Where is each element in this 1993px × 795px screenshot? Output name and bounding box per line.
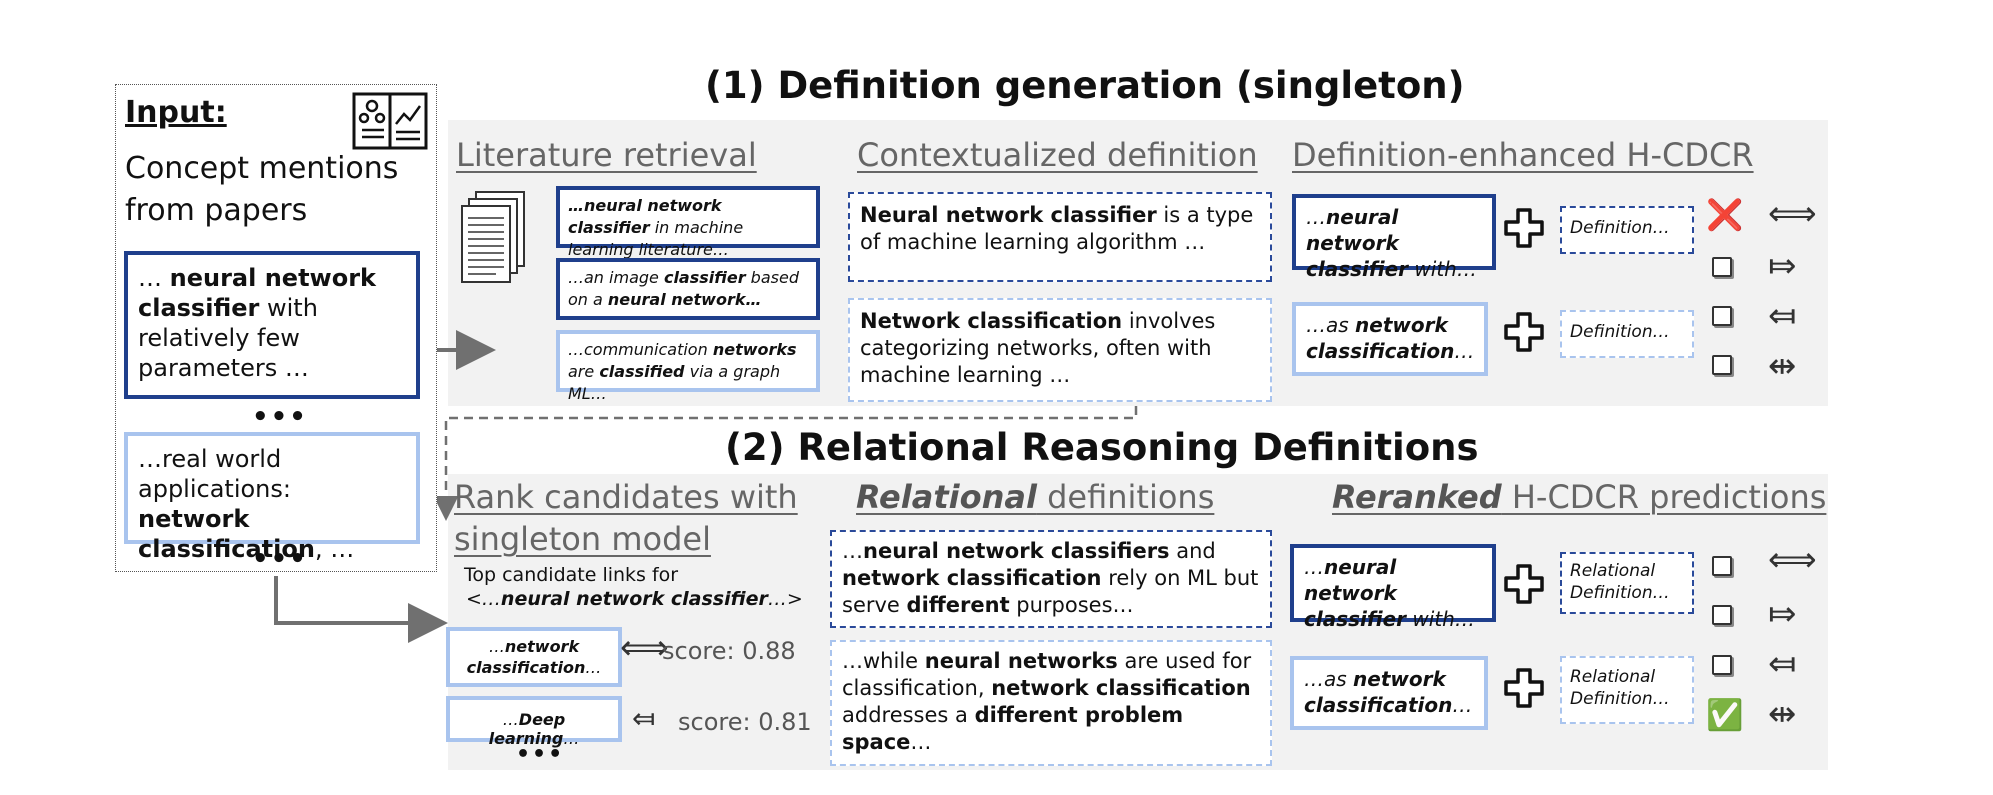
candidate-card-1[interactable]: …network classification… [446, 627, 622, 687]
plus-icon-2 [1504, 312, 1544, 352]
relation-equivalent-icon: ⟺ [1768, 194, 1817, 234]
header-contextualized-definition: Contextualized definition [857, 136, 1258, 174]
header-definition-enhanced-hcdcr: Definition-enhanced H-CDCR [1292, 136, 1754, 174]
input-description: Concept mentions from papers [125, 151, 399, 228]
checkbox-2-1[interactable] [1712, 556, 1732, 576]
relational-definition-1[interactable]: …neural network classifiers and network … [830, 530, 1272, 628]
relational-definition-box-1[interactable]: Relational Definition… [1560, 552, 1694, 614]
contextualized-definition-1[interactable]: Neural network classifier is a type of m… [848, 192, 1272, 282]
relation-parent-to-child-icon: ⤆ [1768, 296, 1797, 336]
candidate-1-score: score: 0.88 [662, 637, 796, 665]
definition-box-1[interactable]: Definition… [1560, 206, 1694, 254]
header-rank-candidates-line1: Rank candidates with [454, 478, 798, 516]
candidate-card-2[interactable]: …Deep learning… [446, 696, 622, 748]
header-rank-candidates-line2: singleton model [454, 520, 711, 558]
checkbox-2-2[interactable] [1712, 605, 1732, 625]
enhanced-mention-2[interactable]: …as network classification… [1292, 302, 1488, 376]
mention-card-2[interactable]: …real world applications: network classi… [124, 432, 420, 563]
book-icon [352, 92, 428, 150]
checkbox-1-2[interactable] [1712, 257, 1732, 277]
top-candidate-target: <…neural network classifier…> [466, 588, 803, 610]
candidate-2-relation-icon: ⤆ [632, 702, 656, 735]
relation-unrelated-icon: ⇹ [1768, 346, 1797, 386]
ellipsis-dots-1: ••• [252, 402, 308, 432]
header-literature-retrieval: Literature retrieval [456, 136, 757, 174]
reranked-relation-equivalent-icon: ⟺ [1768, 540, 1817, 580]
wrong-prediction-icon: ❌ [1706, 198, 1744, 233]
reranked-relation-parent-to-child-icon: ⤆ [1768, 644, 1797, 684]
plus-icon-3 [1504, 564, 1544, 604]
definition-box-2[interactable]: Definition… [1560, 310, 1694, 358]
header-reranked-predictions: Reranked H-CDCR predictions [1332, 478, 1827, 516]
ellipsis-dots-3: ••• [516, 742, 565, 767]
header-relational-definitions: Relational definitions [856, 478, 1215, 516]
relational-definition-box-2[interactable]: Relational Definition… [1560, 656, 1694, 724]
checkbox-2-3[interactable] [1712, 655, 1732, 675]
mention-card-1[interactable]: … neural network classifier with relativ… [124, 251, 420, 399]
literature-snippet-2[interactable]: …an image classifier based on a neural n… [556, 258, 820, 320]
relation-child-to-parent-icon: ⤇ [1768, 246, 1797, 286]
ellipsis-dots-2: ••• [252, 544, 308, 574]
reranked-relation-unrelated-icon: ⇹ [1768, 694, 1797, 734]
literature-snippet-3[interactable]: …communication networks are classified v… [556, 330, 820, 403]
plus-icon-1 [1504, 208, 1544, 248]
checkbox-1-4[interactable] [1712, 355, 1732, 375]
arrow-input-to-rank [274, 576, 448, 643]
reranked-mention-2[interactable]: …as network classification… [1290, 656, 1488, 730]
checkbox-1-3[interactable] [1712, 306, 1732, 326]
title-relational-reasoning: (2) Relational Reasoning Definitions [725, 426, 1479, 469]
candidate-2-score: score: 0.81 [678, 708, 812, 736]
reranked-mention-1[interactable]: …neural network classifier with… [1290, 544, 1496, 631]
top-candidate-label: Top candidate links for [464, 564, 679, 586]
enhanced-mention-1[interactable]: …neural network classifier with… [1292, 194, 1496, 281]
documents-icon [461, 191, 525, 283]
correct-prediction-icon: ✅ [1706, 698, 1744, 733]
relational-definition-2[interactable]: …while neural networks are used for clas… [830, 640, 1272, 766]
title-definition-generation: (1) Definition generation (singleton) [705, 64, 1465, 107]
plus-icon-4 [1504, 668, 1544, 708]
literature-snippet-1[interactable]: …neural network classifier in machine le… [556, 186, 820, 259]
contextualized-definition-2[interactable]: Network classification involves categori… [848, 298, 1272, 402]
input-heading: Input: [125, 95, 227, 130]
reranked-relation-child-to-parent-icon: ⤇ [1768, 594, 1797, 634]
